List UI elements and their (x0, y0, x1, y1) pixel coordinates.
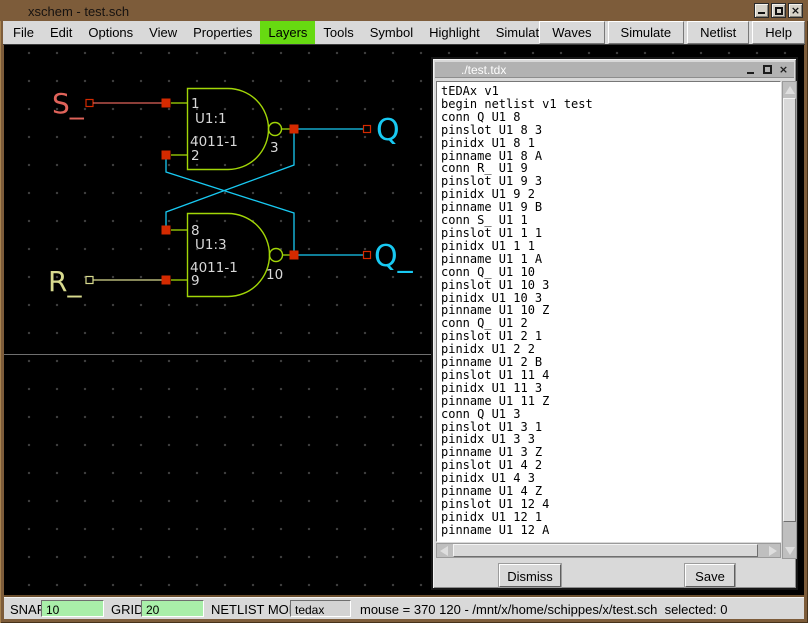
grid-input[interactable]: 20 (141, 600, 204, 617)
netlist-button[interactable]: Netlist (687, 21, 750, 44)
netlist-dialog: ./test.tdx × tEDAx v1 begin netlist v1 t… (431, 57, 798, 590)
net-label-q[interactable]: Q (376, 113, 400, 148)
netlist-content: tEDAx v1 begin netlist v1 test conn Q U1… (441, 84, 593, 537)
menu-layers[interactable]: Layers (260, 21, 316, 44)
dialog-maximize-icon[interactable] (761, 63, 774, 76)
horizontal-scrollbar[interactable] (436, 543, 781, 558)
xschem-window: xschem - test.sch × File Edit Options Vi… (0, 0, 808, 623)
help-button[interactable]: Help (752, 21, 805, 44)
device-name: 4011-1 (190, 134, 238, 150)
horizontal-scroll-thumb[interactable] (453, 544, 758, 557)
dialog-minimize-icon[interactable] (745, 63, 758, 76)
net-qn[interactable]: Q_ (362, 239, 414, 274)
status-bar: SNAP: 10 GRID: 20 NETLIST MODE: tedax mo… (4, 597, 804, 619)
dialog-close-icon[interactable]: × (777, 63, 790, 76)
instance-name: U1:3 (195, 237, 227, 253)
pin-number: 1 (191, 96, 200, 112)
pin-square (289, 124, 299, 134)
snap-input[interactable]: 10 (41, 600, 104, 617)
netlist-text-area[interactable]: tEDAx v1 begin netlist v1 test conn Q U1… (436, 81, 781, 542)
dialog-title-bar[interactable]: ./test.tdx × (435, 61, 794, 78)
pin-square (161, 98, 171, 108)
menu-properties[interactable]: Properties (185, 21, 260, 44)
menu-view[interactable]: View (141, 21, 185, 44)
net-s[interactable]: S_ (52, 87, 162, 120)
scroll-right-icon[interactable] (766, 544, 779, 557)
simulate-button[interactable]: Simulate (607, 21, 685, 44)
minimize-icon[interactable] (754, 3, 769, 18)
menu-items: File Edit Options View Properties Layers… (5, 21, 564, 44)
pin-square (161, 275, 171, 285)
nand-gate-u1-1[interactable]: 1 2 3 U1:1 4011-1 (161, 87, 299, 171)
net-r[interactable]: R_ (48, 265, 162, 298)
pin-square (161, 150, 171, 160)
net-label-s[interactable]: S_ (52, 87, 85, 120)
pin-number: 10 (266, 267, 283, 283)
menu-tools[interactable]: Tools (315, 21, 361, 44)
waves-button[interactable]: Waves (539, 21, 605, 44)
menu-edit[interactable]: Edit (42, 21, 80, 44)
gate-body (186, 212, 271, 298)
label-pin-square (85, 275, 94, 285)
dialog-title: ./test.tdx (461, 63, 507, 77)
mouse-coordinates-status: mouse = 370 120 - /mnt/x/home/schippes/x… (360, 602, 728, 617)
gate-body (186, 87, 270, 171)
maximize-icon[interactable] (771, 3, 786, 18)
pin-square (289, 250, 299, 260)
label-pin-square (362, 250, 372, 260)
label-pin-square (85, 98, 94, 108)
net-label-r[interactable]: R_ (48, 265, 82, 298)
close-icon[interactable]: × (788, 3, 803, 18)
device-name: 4011-1 (190, 260, 238, 276)
pin-square (161, 225, 171, 235)
vertical-scrollbar[interactable] (782, 81, 797, 559)
vertical-scroll-thumb[interactable] (783, 98, 796, 522)
window-title: xschem - test.sch (28, 4, 130, 19)
menu-options[interactable]: Options (80, 21, 141, 44)
net-q[interactable]: Q (362, 113, 400, 148)
netlist-mode-input[interactable]: tedax (290, 600, 351, 617)
scroll-up-icon[interactable] (783, 83, 796, 96)
title-bar[interactable]: xschem - test.sch × (0, 0, 808, 21)
nand-gate-u1-3[interactable]: 8 9 10 U1:3 4011-1 (161, 212, 299, 298)
menu-bar: File Edit Options View Properties Layers… (3, 21, 805, 45)
inversion-bubble (267, 121, 283, 137)
net-label-qn[interactable]: Q_ (374, 239, 414, 274)
pin-number: 2 (191, 148, 200, 164)
instance-name: U1:1 (195, 111, 227, 127)
menu-highlight[interactable]: Highlight (421, 21, 488, 44)
label-pin-square (362, 124, 372, 134)
scroll-down-icon[interactable] (783, 544, 796, 557)
pin-number: 3 (270, 140, 279, 156)
save-button[interactable]: Save (685, 564, 735, 587)
inversion-bubble (268, 247, 284, 263)
menu-action-buttons: Waves Simulate Netlist Help (536, 21, 805, 44)
menu-symbol[interactable]: Symbol (362, 21, 421, 44)
scroll-left-icon[interactable] (438, 544, 451, 557)
dismiss-button[interactable]: Dismiss (499, 564, 561, 587)
menu-file[interactable]: File (5, 21, 42, 44)
